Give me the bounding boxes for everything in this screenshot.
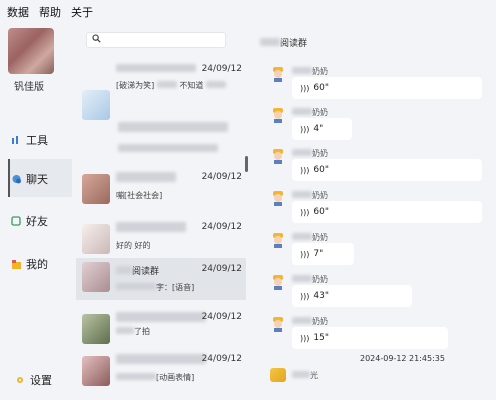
nav-item-tools[interactable]: 工具 [10,132,48,148]
chat-name [116,354,206,367]
chat-date: 24/09/12 [201,312,242,322]
chat-date: 24/09/12 [201,172,242,182]
sender-name: 奶奶 [292,232,328,243]
sender-name: 光 [292,370,318,381]
voice-icon: ))) [300,83,310,93]
voice-message: 奶奶 ))) 43" [270,274,490,308]
nav-item-friends[interactable]: 好友 [10,213,48,229]
nav-item-label: 工具 [26,134,48,147]
voice-bubble[interactable]: ))) 15" [292,327,448,349]
chat-list-scrollbar[interactable] [245,156,248,172]
voice-message: 奶奶 ))) 4" [270,107,490,141]
avatar-icon [270,190,286,206]
chat-avatar [82,262,110,292]
chat-date: 24/09/12 [201,222,242,232]
avatar-icon [270,107,286,123]
chat-date: 24/09/12 [201,64,242,74]
chat-name [116,172,176,185]
conversation-pane: 阅读群 奶奶 ))) 60" 奶奶 ))) 4" 奶奶 ))) 60" 奶奶 ))) 6… [252,24,496,400]
tools-icon [10,134,22,146]
voice-bubble[interactable]: ))) 60" [292,77,482,99]
chat-preview: 了拍 [116,326,150,337]
chat-avatar [82,356,110,386]
voice-icon: ))) [300,165,310,175]
avatar-icon [270,274,286,290]
chat-list-panel: 24/09/12 [破涕为笑] 不知道 24/09/12 嘣[社会社会] 24/… [76,24,252,400]
chat-avatar [82,314,110,344]
chat-preview: [动画表情] [116,372,194,383]
nav-item-label: 我的 [26,258,48,271]
left-nav: 钒佳版 工具 聊天 好友 我的 设置 [0,24,76,400]
user-name: 钒佳版 [14,82,44,93]
chat-avatar [82,90,110,120]
nav-item-label: 好友 [26,215,48,228]
chat-list-item[interactable]: 24/09/12 嘣[社会社会] [76,168,246,218]
menu-bar: 数据 帮助 关于 [0,0,496,24]
voice-message: 奶奶 ))) 60" [270,66,490,100]
chat-list-item[interactable]: 24/09/12 [破涕为笑] 不知道 [76,60,246,120]
chat-preview [118,144,218,154]
nav-item-label: 聊天 [26,173,48,186]
chat-date: 24/09/12 [201,354,242,364]
chat-list-item[interactable]: 24/09/12 [动画表情] [76,350,246,400]
voice-message: 奶奶 ))) 60" [270,148,490,182]
chat-date: 24/09/12 [201,264,242,274]
user-avatar[interactable] [8,28,54,74]
voice-icon: ))) [300,207,310,217]
chat-preview: 嘣[社会社会] [116,191,163,200]
sender-name: 奶奶 [292,274,328,285]
menu-data[interactable]: 数据 [2,4,34,20]
sender-name: 奶奶 [292,148,328,159]
nav-item-settings[interactable]: 设置 [14,372,52,388]
chat-name [116,64,196,75]
message-timestamp: 2024-09-12 21:45:35 [360,354,445,363]
chat-list-item-active[interactable]: 阅读群 24/09/12 字：[语音] [76,258,246,300]
conversation-title: 阅读群 [260,36,307,49]
voice-message: 奶奶 ))) 60" [270,190,490,224]
chat-name [118,122,228,135]
nav-item-chat[interactable]: 聊天 [10,171,48,187]
search-icon [92,34,101,46]
me-icon [10,258,22,270]
voice-bubble[interactable]: ))) 60" [292,159,482,181]
chat-list-item[interactable] [76,118,246,168]
avatar-icon [270,232,286,248]
nav-item-label: 设置 [30,374,52,387]
friends-icon [10,215,22,227]
voice-bubble[interactable]: ))) 4" [292,118,352,140]
chat-preview: [破涕为笑] 不知道 [116,80,226,91]
avatar-icon [270,316,286,332]
menu-about[interactable]: 关于 [66,4,98,20]
sender-name: 奶奶 [292,66,328,77]
voice-bubble[interactable]: ))) 60" [292,201,482,223]
chat-preview: 好的 好的 [116,241,151,250]
sender-name: 奶奶 [292,107,328,118]
gear-icon [14,374,26,386]
voice-message: 奶奶 ))) 15" [270,316,490,350]
voice-bubble[interactable]: ))) 43" [292,285,412,307]
chat-preview: 字：[语音] [116,282,194,293]
nav-item-me[interactable]: 我的 [10,256,48,272]
voice-icon: ))) [300,249,310,259]
avatar-icon [270,148,286,164]
voice-icon: ))) [300,333,310,343]
voice-icon: ))) [300,291,310,301]
chat-avatar [82,224,110,254]
search-input[interactable] [86,32,226,48]
menu-help[interactable]: 帮助 [34,4,66,20]
voice-bubble[interactable]: ))) 7" [292,243,354,265]
avatar [270,368,286,382]
chat-name [116,312,206,325]
chat-name [116,222,186,235]
sender-name: 奶奶 [292,316,328,327]
chat-icon [10,173,22,185]
avatar-icon [270,66,286,82]
chat-avatar [82,174,110,204]
voice-message: 奶奶 ))) 7" [270,232,490,266]
chat-name: 阅读群 [116,264,159,277]
voice-icon: ))) [300,124,310,134]
sender-name: 奶奶 [292,190,328,201]
